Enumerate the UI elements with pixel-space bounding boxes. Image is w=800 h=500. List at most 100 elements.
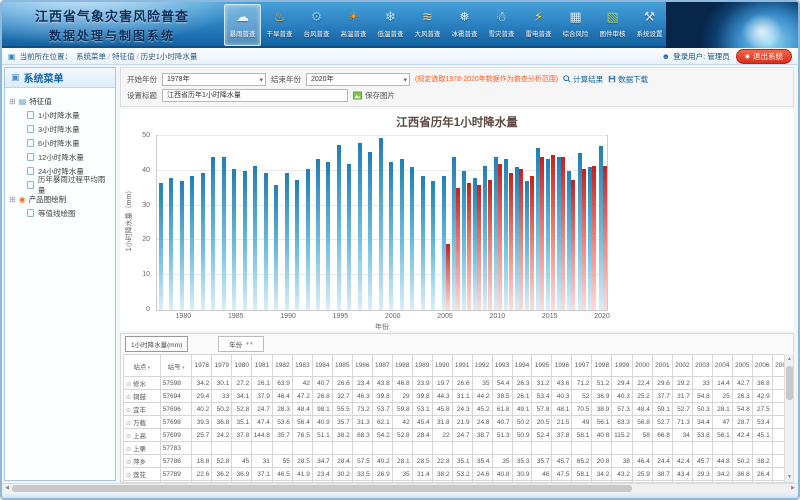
column-header-station[interactable]: 站点 ▾ (124, 355, 161, 377)
sidebar-item-历年暴雨过程平均雨量[interactable]: 历年暴雨过程平均雨量 (27, 178, 111, 192)
sidebar-group-1[interactable]: ⊞▤特征值 (9, 94, 111, 108)
column-header-year-1981[interactable]: 1981 (252, 355, 273, 377)
sidebar-item-3小时降水量[interactable]: 3小时降水量 (27, 122, 111, 136)
value-cell: 40.3 (552, 390, 572, 403)
toolbar-item-gale[interactable]: ≋大风普查 (409, 4, 446, 46)
column-header-year-2005[interactable]: 2005 (732, 355, 752, 377)
column-header-year-2003[interactable]: 2003 (692, 355, 712, 377)
value-cell: 62.1 (372, 416, 392, 429)
toolbar-item-hail[interactable]: ❅冰雹普查 (446, 4, 483, 46)
table-row-万载: ⊙万载5769839.336.835.147.453.656.440.935.7… (124, 416, 793, 429)
radio-icon[interactable]: ⊙ (126, 460, 131, 466)
radio-icon[interactable]: ⊙ (126, 421, 131, 427)
toolbar-item-snow-disaster[interactable]: ☃雪灾普查 (483, 4, 520, 46)
value-cell (452, 442, 472, 455)
column-header-year-1994[interactable]: 1994 (512, 355, 532, 377)
value-cell: 26.1 (512, 390, 532, 403)
column-header-year-1984[interactable]: 1984 (312, 355, 332, 377)
column-header-station-id[interactable]: 站号 ▾ (160, 355, 192, 377)
value-cell: 28.1 (392, 455, 412, 468)
breadcrumb-item[interactable]: 历史1小时降水量 (141, 52, 198, 61)
station-name: 宜丰 (133, 407, 146, 414)
column-header-year-1983[interactable]: 1983 (292, 355, 312, 377)
sidebar-item-12小时降水量[interactable]: 12小时降水量 (27, 150, 111, 164)
value-cell: 24.2 (212, 429, 232, 442)
bar-regional-2011 (509, 173, 513, 310)
sidebar-item-等值线绘图[interactable]: 等值线绘图 (27, 206, 111, 220)
column-header-year-2004[interactable]: 2004 (712, 355, 732, 377)
radio-icon[interactable]: ⊙ (126, 395, 131, 401)
value-cell: 14.4 (712, 377, 732, 390)
vertical-scrollbar[interactable]: ▲ ▼ (784, 354, 793, 482)
start-year-select[interactable]: 1978年 ▾ (162, 73, 266, 86)
column-header-year-1989[interactable]: 1989 (412, 355, 432, 377)
radio-icon[interactable]: ⊙ (126, 382, 131, 388)
column-header-year-1999[interactable]: 1999 (612, 355, 633, 377)
column-header-year-1978[interactable]: 1978 (192, 355, 212, 377)
horizontal-scrollbar[interactable]: ◀ ▶ (2, 483, 798, 493)
scroll-right-arrow[interactable]: ▶ (788, 484, 798, 493)
column-header-year-1995[interactable]: 1995 (532, 355, 552, 377)
scroll-up-arrow[interactable]: ▲ (785, 354, 794, 364)
toolbar-item-map-review[interactable]: ▧图件审核 (594, 4, 631, 46)
toolbar-item-low-temp[interactable]: ❄低温普查 (372, 4, 409, 46)
toolbar-item-high-temp[interactable]: ☀高温普查 (335, 4, 372, 46)
breadcrumb-item[interactable]: 系统菜单 (76, 52, 106, 61)
radio-icon[interactable]: ⊙ (126, 473, 131, 479)
radio-icon[interactable]: ⊙ (126, 408, 131, 414)
column-header-year-1993[interactable]: 1993 (492, 355, 512, 377)
value-cell (552, 442, 572, 455)
column-header-year-1996[interactable]: 1996 (552, 355, 572, 377)
expander-icon[interactable]: ⊞ (9, 195, 16, 204)
scroll-left-arrow[interactable]: ◀ (2, 484, 12, 493)
horizontal-scroll-thumb[interactable] (12, 485, 632, 492)
column-header-year-1998[interactable]: 1998 (592, 355, 612, 377)
toolbar-item-rainstorm[interactable]: ☁暴雨普查 (224, 4, 261, 46)
drought-icon: ♨ (268, 7, 292, 26)
column-header-year-2002[interactable]: 2002 (672, 355, 692, 377)
breadcrumb-item[interactable]: 特征值 (112, 52, 135, 61)
data-download-button[interactable]: 数据下载 (608, 74, 648, 85)
end-year-select[interactable]: 2020年 ▾ (306, 73, 410, 86)
unit-selector-button[interactable]: 1小时降水量(mm) (125, 336, 188, 352)
value-cell: 59.8 (392, 403, 412, 416)
save-image-button[interactable]: 保存图片 (353, 90, 395, 101)
bar-national-1981 (190, 176, 194, 310)
year-header-button[interactable]: 年份 ▾ ▾ (218, 336, 263, 352)
toolbar-item-typhoon[interactable]: ⚙台风普查 (298, 4, 335, 46)
column-header-year-1997[interactable]: 1997 (572, 355, 592, 377)
vertical-scroll-thumb[interactable] (786, 366, 793, 400)
column-header-year-1979[interactable]: 1979 (212, 355, 232, 377)
toolbar-item-drought[interactable]: ♨干旱普查 (261, 4, 298, 46)
column-header-year-2000[interactable]: 2000 (632, 355, 652, 377)
calc-result-button[interactable]: 计算结果 (563, 74, 603, 85)
column-header-year-1985[interactable]: 1985 (332, 355, 352, 377)
column-header-year-1982[interactable]: 1982 (272, 355, 292, 377)
x-axis-title: 年份 (156, 322, 608, 332)
column-header-year-1992[interactable]: 1992 (472, 355, 492, 377)
station-name: 铜鼓 (133, 394, 146, 401)
column-header-year-2006[interactable]: 2006 (752, 355, 772, 377)
column-header-year-1988[interactable]: 1988 (392, 355, 412, 377)
toolbar-item-combined-risk[interactable]: ▦综合风险 (557, 4, 594, 46)
column-header-year-1986[interactable]: 1986 (352, 355, 372, 377)
chart-title-input[interactable] (162, 89, 348, 102)
radio-icon[interactable]: ⊙ (126, 434, 131, 440)
sidebar-item-1小时降水量[interactable]: 1小时降水量 (27, 108, 111, 122)
toolbar-item-lightning[interactable]: ⚡雷电普查 (520, 4, 557, 46)
low-temp-icon: ❄ (379, 7, 403, 26)
toolbar-item-settings[interactable]: ⚒系统设置 (631, 4, 668, 46)
column-header-year-1990[interactable]: 1990 (432, 355, 452, 377)
bar-national-1985 (232, 169, 236, 310)
column-header-year-1980[interactable]: 1980 (232, 355, 252, 377)
column-header-year-1987[interactable]: 1987 (372, 355, 392, 377)
column-header-year-2001[interactable]: 2001 (652, 355, 672, 377)
scroll-down-arrow[interactable]: ▼ (785, 472, 794, 482)
column-header-year-1991[interactable]: 1991 (452, 355, 472, 377)
radio-icon[interactable]: ⊙ (126, 447, 131, 453)
value-cell: 37.8 (552, 429, 572, 442)
logout-button[interactable]: ◉ 退出系统 (736, 49, 792, 64)
expander-icon[interactable]: ⊞ (9, 97, 16, 106)
value-cell: 22.8 (432, 455, 452, 468)
sidebar-item-6小时降水量[interactable]: 6小时降水量 (27, 136, 111, 150)
